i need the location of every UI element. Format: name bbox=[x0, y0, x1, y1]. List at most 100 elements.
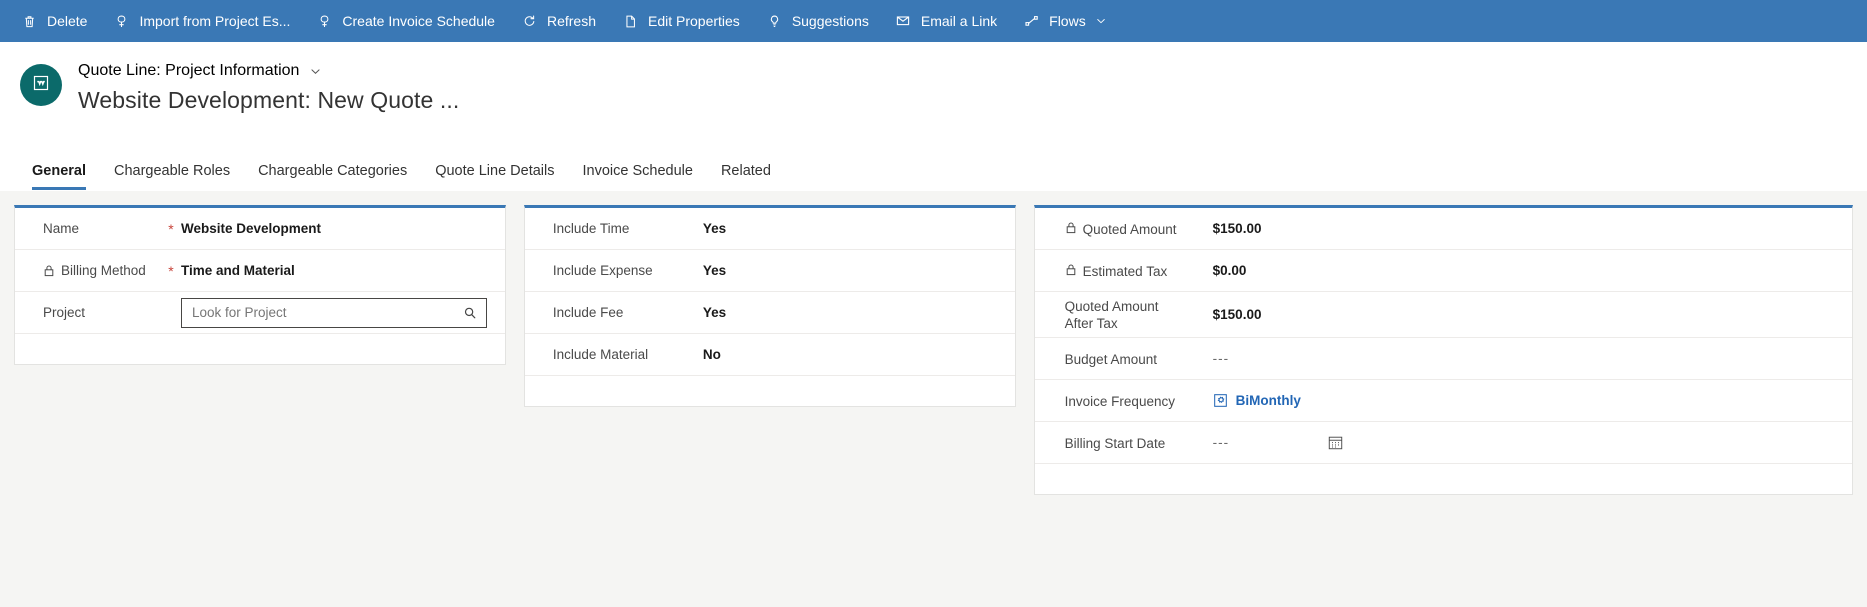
invoice-frequency-value: BiMonthly bbox=[1235, 393, 1301, 408]
required-indicator: * bbox=[168, 220, 174, 237]
quote-line-entity-icon bbox=[31, 73, 51, 98]
import-icon bbox=[113, 13, 130, 30]
billing-start-date-value: --- bbox=[1212, 435, 1230, 450]
field-row-quoted-amount-after-tax: Quoted Amount After Tax $150.00 bbox=[1034, 292, 1852, 338]
lock-icon bbox=[1065, 221, 1077, 234]
field-value-container[interactable]: Yes bbox=[703, 262, 997, 280]
field-label: Invoice Frequency bbox=[1065, 392, 1213, 410]
form-area: Name * Website Development Billing Metho… bbox=[0, 191, 1867, 607]
field-value-container[interactable]: --- bbox=[1213, 434, 1834, 451]
field-row-name: Name * Website Development bbox=[15, 208, 505, 250]
chevron-down-icon bbox=[1095, 15, 1107, 27]
field-label: Include Fee bbox=[553, 305, 703, 320]
field-label: Include Material bbox=[553, 347, 703, 362]
field-label: Billing Start Date bbox=[1065, 434, 1213, 452]
field-value-container[interactable]: $0.00 bbox=[1213, 263, 1834, 278]
include-expense-value: Yes bbox=[702, 262, 727, 278]
include-fee-value: Yes bbox=[702, 304, 727, 320]
command-label: Edit Properties bbox=[647, 13, 740, 29]
field-row-budget-amount: Budget Amount --- bbox=[1034, 338, 1852, 380]
field-value-container[interactable]: Time and Material bbox=[181, 263, 487, 278]
field-label-text: Quoted Amount bbox=[1082, 221, 1177, 237]
field-label-text: Include Fee bbox=[552, 305, 624, 320]
command-flows[interactable]: Flows bbox=[1010, 0, 1120, 42]
field-label: Name bbox=[43, 221, 161, 236]
field-row-include-material: Include Material No bbox=[524, 334, 1015, 376]
command-refresh[interactable]: Refresh bbox=[508, 0, 609, 42]
card-amounts-filler bbox=[1035, 464, 1852, 494]
field-label: Include Time bbox=[553, 221, 703, 236]
field-label: Quoted Amount After Tax bbox=[1065, 297, 1213, 332]
field-label-text: Include Material bbox=[552, 347, 649, 362]
field-value-container[interactable]: $150.00 bbox=[1213, 221, 1834, 236]
command-import-from-project-estimate[interactable]: Import from Project Es... bbox=[100, 0, 303, 42]
tab-chargeable-roles[interactable]: Chargeable Roles bbox=[100, 163, 244, 190]
command-label: Refresh bbox=[546, 13, 596, 29]
field-row-quoted-amount: Quoted Amount $150.00 bbox=[1034, 208, 1852, 250]
field-row-invoice-frequency: Invoice Frequency BiMonthly bbox=[1034, 380, 1852, 422]
field-row-include-fee: Include Fee Yes bbox=[524, 292, 1015, 334]
field-row-include-time: Include Time Yes bbox=[524, 208, 1015, 250]
field-value-container[interactable]: Yes bbox=[703, 304, 997, 322]
estimated-tax-value: $0.00 bbox=[1212, 263, 1247, 278]
card-general: Name * Website Development Billing Metho… bbox=[14, 205, 506, 365]
command-bar: Delete Import from Project Es... Create … bbox=[0, 0, 1867, 42]
field-value-container[interactable]: --- bbox=[1213, 351, 1834, 366]
field-value-container: BiMonthly bbox=[1213, 393, 1834, 408]
command-create-invoice-schedule[interactable]: Create Invoice Schedule bbox=[303, 0, 508, 42]
field-value-container[interactable]: No bbox=[703, 346, 997, 364]
field-label: Budget Amount bbox=[1065, 350, 1213, 368]
lock-icon bbox=[1065, 263, 1077, 276]
invoice-frequency-link[interactable]: BiMonthly bbox=[1213, 393, 1301, 408]
email-link-icon bbox=[895, 13, 912, 30]
project-lookup[interactable] bbox=[181, 297, 487, 328]
command-edit-properties[interactable]: Edit Properties bbox=[609, 0, 753, 42]
field-row-include-expense: Include Expense Yes bbox=[524, 250, 1015, 292]
tab-related[interactable]: Related bbox=[707, 163, 785, 190]
field-value-container[interactable]: Website Development bbox=[181, 221, 487, 236]
breadcrumb-label: Quote Line: Project Information bbox=[78, 62, 300, 79]
tab-label: Chargeable Roles bbox=[114, 163, 231, 179]
tab-invoice-schedule[interactable]: Invoice Schedule bbox=[569, 163, 707, 190]
field-row-project: Project bbox=[15, 292, 505, 334]
command-label: Suggestions bbox=[791, 13, 869, 29]
field-label: Billing Method bbox=[43, 263, 161, 278]
card-includes-filler bbox=[525, 376, 1015, 406]
command-label: Import from Project Es... bbox=[139, 13, 291, 29]
include-time-value: Yes bbox=[702, 220, 727, 236]
tab-chargeable-categories[interactable]: Chargeable Categories bbox=[244, 163, 421, 190]
card-general-filler bbox=[15, 334, 505, 364]
include-material-value: No bbox=[702, 346, 721, 362]
search-icon[interactable] bbox=[458, 299, 482, 327]
field-row-billing-method: Billing Method * Time and Material bbox=[15, 250, 505, 292]
field-label-text: Billing Start Date bbox=[1064, 435, 1166, 451]
record-header: Quote Line: Project Information Website … bbox=[0, 42, 1867, 147]
record-header-text: Quote Line: Project Information Website … bbox=[78, 62, 459, 114]
command-label: Email a Link bbox=[920, 13, 998, 29]
tab-general[interactable]: General bbox=[18, 163, 100, 190]
command-suggestions[interactable]: Suggestions bbox=[753, 0, 882, 42]
field-label: Estimated Tax bbox=[1065, 262, 1213, 280]
calendar-icon[interactable] bbox=[1327, 434, 1344, 451]
search-input[interactable] bbox=[182, 298, 486, 327]
command-label: Flows bbox=[1049, 13, 1086, 29]
field-label-text-line2: After Tax bbox=[1064, 316, 1118, 331]
tab-quote-line-details[interactable]: Quote Line Details bbox=[421, 163, 568, 190]
card-includes: Include Time Yes Include Expense Yes Inc… bbox=[523, 205, 1016, 407]
field-label-text: Estimated Tax bbox=[1082, 263, 1168, 279]
refresh-icon bbox=[521, 13, 538, 30]
field-label-text: Include Expense bbox=[552, 263, 653, 278]
field-value-container[interactable]: Yes bbox=[703, 220, 997, 238]
quoted-amount-after-tax-value: $150.00 bbox=[1212, 307, 1262, 322]
chevron-down-icon[interactable] bbox=[309, 65, 322, 78]
field-label: Include Expense bbox=[553, 263, 703, 278]
field-value-container[interactable]: $150.00 bbox=[1213, 307, 1834, 322]
field-value-container bbox=[181, 297, 487, 328]
command-delete[interactable]: Delete bbox=[8, 0, 100, 42]
field-label: Project bbox=[43, 305, 161, 320]
tab-label: Chargeable Categories bbox=[258, 163, 408, 179]
field-row-billing-start-date: Billing Start Date --- bbox=[1034, 422, 1852, 464]
budget-amount-value: --- bbox=[1212, 351, 1230, 366]
field-label-text: Invoice Frequency bbox=[1064, 393, 1175, 409]
command-email-a-link[interactable]: Email a Link bbox=[882, 0, 1010, 42]
